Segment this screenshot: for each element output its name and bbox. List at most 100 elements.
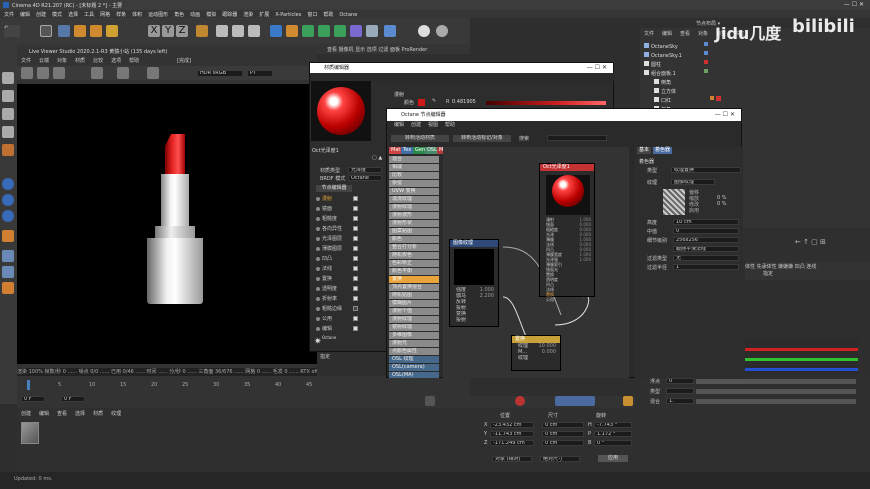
r-value[interactable]: 0.481905	[452, 99, 476, 105]
magnet-icon[interactable]	[2, 266, 14, 278]
undo-icon[interactable]: ↶	[4, 25, 20, 37]
object-row[interactable]: 组合面板.1	[640, 69, 700, 77]
channel-checkbox[interactable]	[353, 326, 358, 331]
attr-field-input[interactable]: 跟随平滑法线	[673, 246, 739, 252]
viewer-menu-item[interactable]: 对象	[57, 58, 67, 64]
node-list-item[interactable]: 颜色平衡	[389, 268, 439, 275]
workplane-icon[interactable]	[2, 210, 14, 222]
viewer-menu-item[interactable]: 云端	[39, 58, 49, 64]
viewer-camera-icon[interactable]	[117, 67, 129, 79]
color-mode-select[interactable]: HDR sRGB	[197, 70, 243, 77]
channel-checkbox[interactable]	[353, 286, 358, 291]
node-list-item[interactable]: 点颜色属性	[389, 348, 439, 355]
node-menu-item[interactable]: 编辑	[394, 122, 404, 128]
search-input[interactable]	[547, 135, 607, 141]
channel-checkbox[interactable]	[353, 266, 358, 271]
node-list-item[interactable]: 漫射波形	[389, 212, 439, 219]
frame-current[interactable]: 0 F	[61, 396, 85, 402]
node-list-item[interactable]: 漫射纹理	[389, 316, 439, 323]
channel-row[interactable]: 凹凸	[312, 255, 358, 263]
attr-field-input[interactable]: 10 cm	[673, 219, 739, 225]
material-menu-item[interactable]: 纹理	[111, 411, 121, 417]
channel-checkbox[interactable]	[353, 306, 358, 311]
brdf-select[interactable]: Octane	[348, 175, 382, 181]
frame-start[interactable]: 0 F	[21, 396, 45, 402]
node-list-item[interactable]: 随机校色	[389, 252, 439, 259]
channel-row[interactable]: 粗糙度	[312, 215, 358, 223]
channel-row[interactable]: 透明度	[312, 285, 358, 293]
node-list-item[interactable]: 漫射形状	[389, 220, 439, 227]
edges-mode-icon[interactable]	[2, 126, 14, 138]
coord-size-input[interactable]: 0 cm	[542, 440, 584, 446]
viewer-pause-icon[interactable]	[53, 67, 65, 79]
select-tool-icon[interactable]	[40, 25, 52, 37]
coord-rotation-input[interactable]: 1.172 °	[594, 431, 632, 437]
rotate-tool-icon[interactable]	[90, 25, 102, 37]
viewer-menu-item[interactable]: 比较	[93, 58, 103, 64]
viewer-cube-icon[interactable]	[91, 67, 103, 79]
channel-row[interactable]: 编辑	[312, 325, 358, 333]
camera-icon[interactable]	[384, 25, 396, 37]
cube-icon[interactable]	[270, 25, 282, 37]
attr-tab[interactable]: 着色器	[653, 147, 673, 154]
channel-row[interactable]: 漫射	[312, 195, 358, 203]
node-list-item[interactable]: 整合打分析	[389, 244, 439, 251]
channel-checkbox[interactable]	[353, 246, 358, 251]
coord-rotation-input[interactable]: 0 °	[594, 440, 632, 446]
object-menu-item[interactable]: 文件	[644, 31, 654, 37]
material-preview[interactable]	[311, 81, 371, 141]
size-mode-select[interactable]: 绝对尺寸	[540, 456, 580, 462]
channel-row[interactable]: 镜面	[312, 205, 358, 213]
material-thumbnail[interactable]	[21, 422, 39, 444]
attr-bottom-input[interactable]: 1.	[666, 398, 694, 404]
image-node-param[interactable]: 投射	[450, 317, 498, 323]
channel-row[interactable]: 粗糙边缘	[312, 305, 358, 313]
attr-bottom-input[interactable]: 0	[666, 378, 694, 384]
settings-icon[interactable]	[2, 282, 14, 294]
points-mode-icon[interactable]	[2, 108, 14, 120]
x-axis-icon[interactable]: X	[148, 25, 160, 37]
viewer-menu-item[interactable]: 选项	[111, 58, 121, 64]
object-row[interactable]: OctaneSky	[640, 42, 700, 50]
node-list-item[interactable]: 余弦	[389, 180, 439, 187]
channel-checkbox[interactable]	[353, 206, 358, 211]
coord-rotation-input[interactable]: -7.743 °	[594, 422, 632, 428]
timeline-settings-icon[interactable]	[623, 396, 633, 406]
object-row[interactable]: OctaneSky.1	[640, 51, 700, 59]
polygons-mode-icon[interactable]	[2, 144, 14, 156]
apply-button[interactable]: 应用	[598, 455, 628, 462]
channel-row[interactable]: 折射率	[312, 295, 358, 303]
scene-icon[interactable]	[366, 25, 378, 37]
attr-field-input[interactable]: 256x256	[673, 237, 739, 243]
object-menu-item[interactable]: 编辑	[662, 31, 672, 37]
node-list-item[interactable]: OSL 纹理	[389, 356, 439, 363]
playhead[interactable]	[27, 380, 30, 390]
eyedropper-icon[interactable]: ✎	[432, 98, 436, 104]
node-list-item[interactable]: 湍流纹理	[389, 196, 439, 203]
mograph-icon[interactable]	[334, 25, 346, 37]
node-list-item[interactable]: OSL(camera)	[389, 364, 439, 371]
channel-row[interactable]: 法线	[312, 265, 358, 273]
viewer-menu-item[interactable]: 材质	[75, 58, 85, 64]
lightbulb-icon[interactable]	[436, 25, 448, 37]
node-list-item[interactable]: 图案贴图	[389, 228, 439, 235]
displacement-node-param[interactable]: 纹理	[512, 355, 560, 361]
render-icon[interactable]	[232, 25, 244, 37]
grid-icon[interactable]	[2, 250, 14, 262]
attr-bottom-slider[interactable]	[696, 379, 856, 384]
coord-mode-select[interactable]: 对象 (相对)	[492, 456, 532, 462]
render-canvas[interactable]	[17, 84, 317, 364]
material-menu-item[interactable]: 选择	[75, 411, 85, 417]
node-list-item[interactable]: 多维图像	[389, 332, 439, 339]
texture-thumbnail[interactable]	[663, 189, 685, 215]
node-list-item[interactable]: 置换	[389, 276, 439, 283]
material-node[interactable]: Oct光泽度1 漫射 1.000 镜面 0.000 粗糙度 0.000 光泽 0.000 薄膜 1…	[539, 163, 595, 302]
array-icon[interactable]	[318, 25, 330, 37]
attr-type-select[interactable]: 纹理置换	[671, 167, 741, 173]
channel-checkbox[interactable]	[353, 296, 358, 301]
attr-bottom-input[interactable]	[666, 388, 694, 394]
node-list-item[interactable]: 漫射光	[389, 340, 439, 347]
pt-select[interactable]: PT	[247, 70, 273, 77]
node-list-item[interactable]: 相减	[389, 164, 439, 171]
viewer-lock-icon[interactable]	[147, 67, 159, 79]
